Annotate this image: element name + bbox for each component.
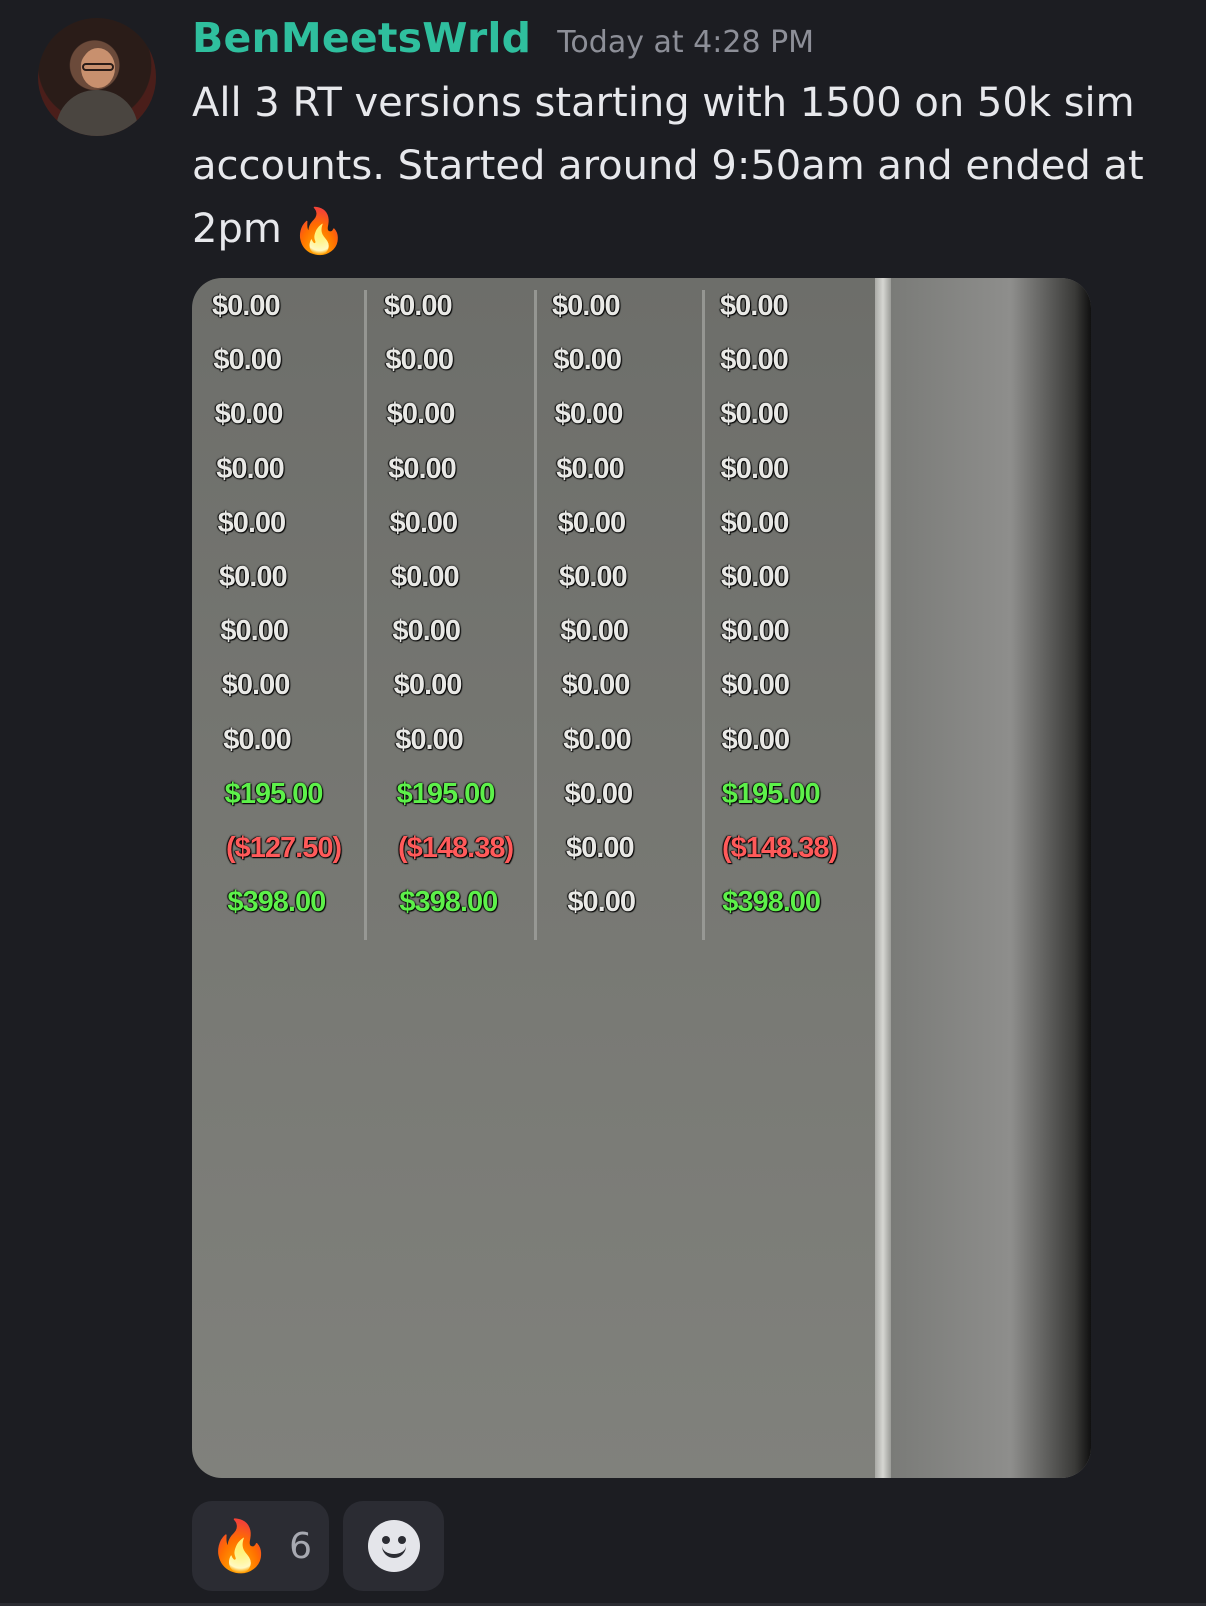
- spreadsheet-cell: $0.00: [386, 398, 456, 431]
- spreadsheet-cell: $0.00: [220, 615, 289, 648]
- fire-emoji: 🔥: [291, 206, 347, 257]
- spreadsheet-cell: $398.00: [399, 886, 498, 919]
- spreadsheet-cell: ($127.50): [226, 832, 342, 864]
- spreadsheet-cell: $0.00: [560, 615, 629, 648]
- message-header: BenMeetsWrld Today at 4:28 PM: [192, 14, 814, 62]
- spreadsheet-cell: $195.00: [224, 777, 324, 810]
- spreadsheet-cell: $0.00: [553, 344, 622, 377]
- spreadsheet-cell: $0.00: [393, 669, 463, 702]
- spreadsheet-cell: $0.00: [567, 886, 636, 919]
- spreadsheet-cell: $0.00: [391, 561, 460, 593]
- spreadsheet-cell: $0.00: [564, 777, 634, 810]
- spreadsheet-cell: $0.00: [392, 615, 461, 648]
- message-text: All 3 RT versions starting with 1500 on …: [192, 72, 1182, 263]
- spreadsheet-cell: $398.00: [722, 886, 821, 919]
- reactions-bar: 🔥 6: [192, 1501, 444, 1591]
- username[interactable]: BenMeetsWrld: [192, 14, 531, 62]
- spreadsheet-cell: $0.00: [216, 452, 285, 485]
- spreadsheet-cell: $0.00: [721, 561, 790, 593]
- spreadsheet-cell: $0.00: [720, 506, 790, 539]
- timestamp: Today at 4:28 PM: [557, 25, 815, 60]
- spreadsheet-cell: $0.00: [557, 506, 627, 539]
- spreadsheet-cell: $398.00: [227, 886, 326, 919]
- spreadsheet-cell: $0.00: [556, 452, 625, 485]
- spreadsheet-cell: $0.00: [559, 561, 628, 593]
- image-attachment[interactable]: $0.00 $0.00 $0.00 $0.00 $0.00 $0.00 $0.00 $0.00…: [192, 278, 1091, 1478]
- spreadsheet-cell: $0.00: [552, 290, 621, 322]
- spreadsheet-cell: $195.00: [721, 777, 821, 810]
- spreadsheet-cell: $0.00: [721, 669, 790, 702]
- reaction-count: 6: [289, 1525, 313, 1567]
- column-divider: [364, 290, 367, 940]
- spreadsheet-cell: $0.00: [217, 506, 287, 539]
- spreadsheet-cell: $0.00: [214, 398, 284, 431]
- spreadsheet-cell: ($148.38): [398, 832, 514, 864]
- spreadsheet-cell: $0.00: [219, 561, 288, 593]
- spreadsheet-cell: $0.00: [221, 669, 291, 702]
- spreadsheet-cell: $0.00: [223, 723, 292, 756]
- spreadsheet-cell: $0.00: [720, 398, 789, 431]
- column-divider: [534, 290, 537, 940]
- photo-screen-edge: [891, 278, 1091, 1478]
- spreadsheet-cell: $0.00: [563, 723, 632, 756]
- spreadsheet-cell: $0.00: [720, 452, 790, 485]
- spreadsheet-cell: $0.00: [389, 506, 459, 539]
- column-divider: [702, 290, 705, 940]
- fire-icon: 🔥: [208, 1516, 272, 1575]
- spreadsheet-cell: $0.00: [554, 398, 624, 431]
- add-reaction-button[interactable]: [343, 1501, 444, 1591]
- user-avatar[interactable]: [38, 18, 156, 136]
- spreadsheet-cell: $0.00: [395, 723, 464, 756]
- spreadsheet-cell: ($148.38): [722, 832, 838, 864]
- spreadsheet-cell: $0.00: [384, 290, 453, 322]
- spreadsheet-cell: $0.00: [561, 669, 631, 702]
- spreadsheet-cell: $0.00: [566, 832, 635, 864]
- spreadsheet-cell: $0.00: [720, 290, 789, 322]
- photo-scrollbar: [875, 278, 891, 1478]
- spreadsheet-cell: $0.00: [212, 290, 281, 322]
- reaction-fire[interactable]: 🔥 6: [192, 1501, 329, 1591]
- spreadsheet-cell: $0.00: [721, 615, 790, 648]
- chat-message: BenMeetsWrld Today at 4:28 PM All 3 RT v…: [0, 0, 1206, 1606]
- spreadsheet-cell: $0.00: [720, 344, 789, 377]
- spreadsheet-cell: $0.00: [385, 344, 454, 377]
- spreadsheet-cell: $0.00: [721, 723, 791, 756]
- spreadsheet-cell: $0.00: [213, 344, 282, 377]
- smiley-icon: [367, 1520, 420, 1572]
- spreadsheet-cell: $0.00: [388, 452, 457, 485]
- spreadsheet-cell: $195.00: [396, 777, 496, 810]
